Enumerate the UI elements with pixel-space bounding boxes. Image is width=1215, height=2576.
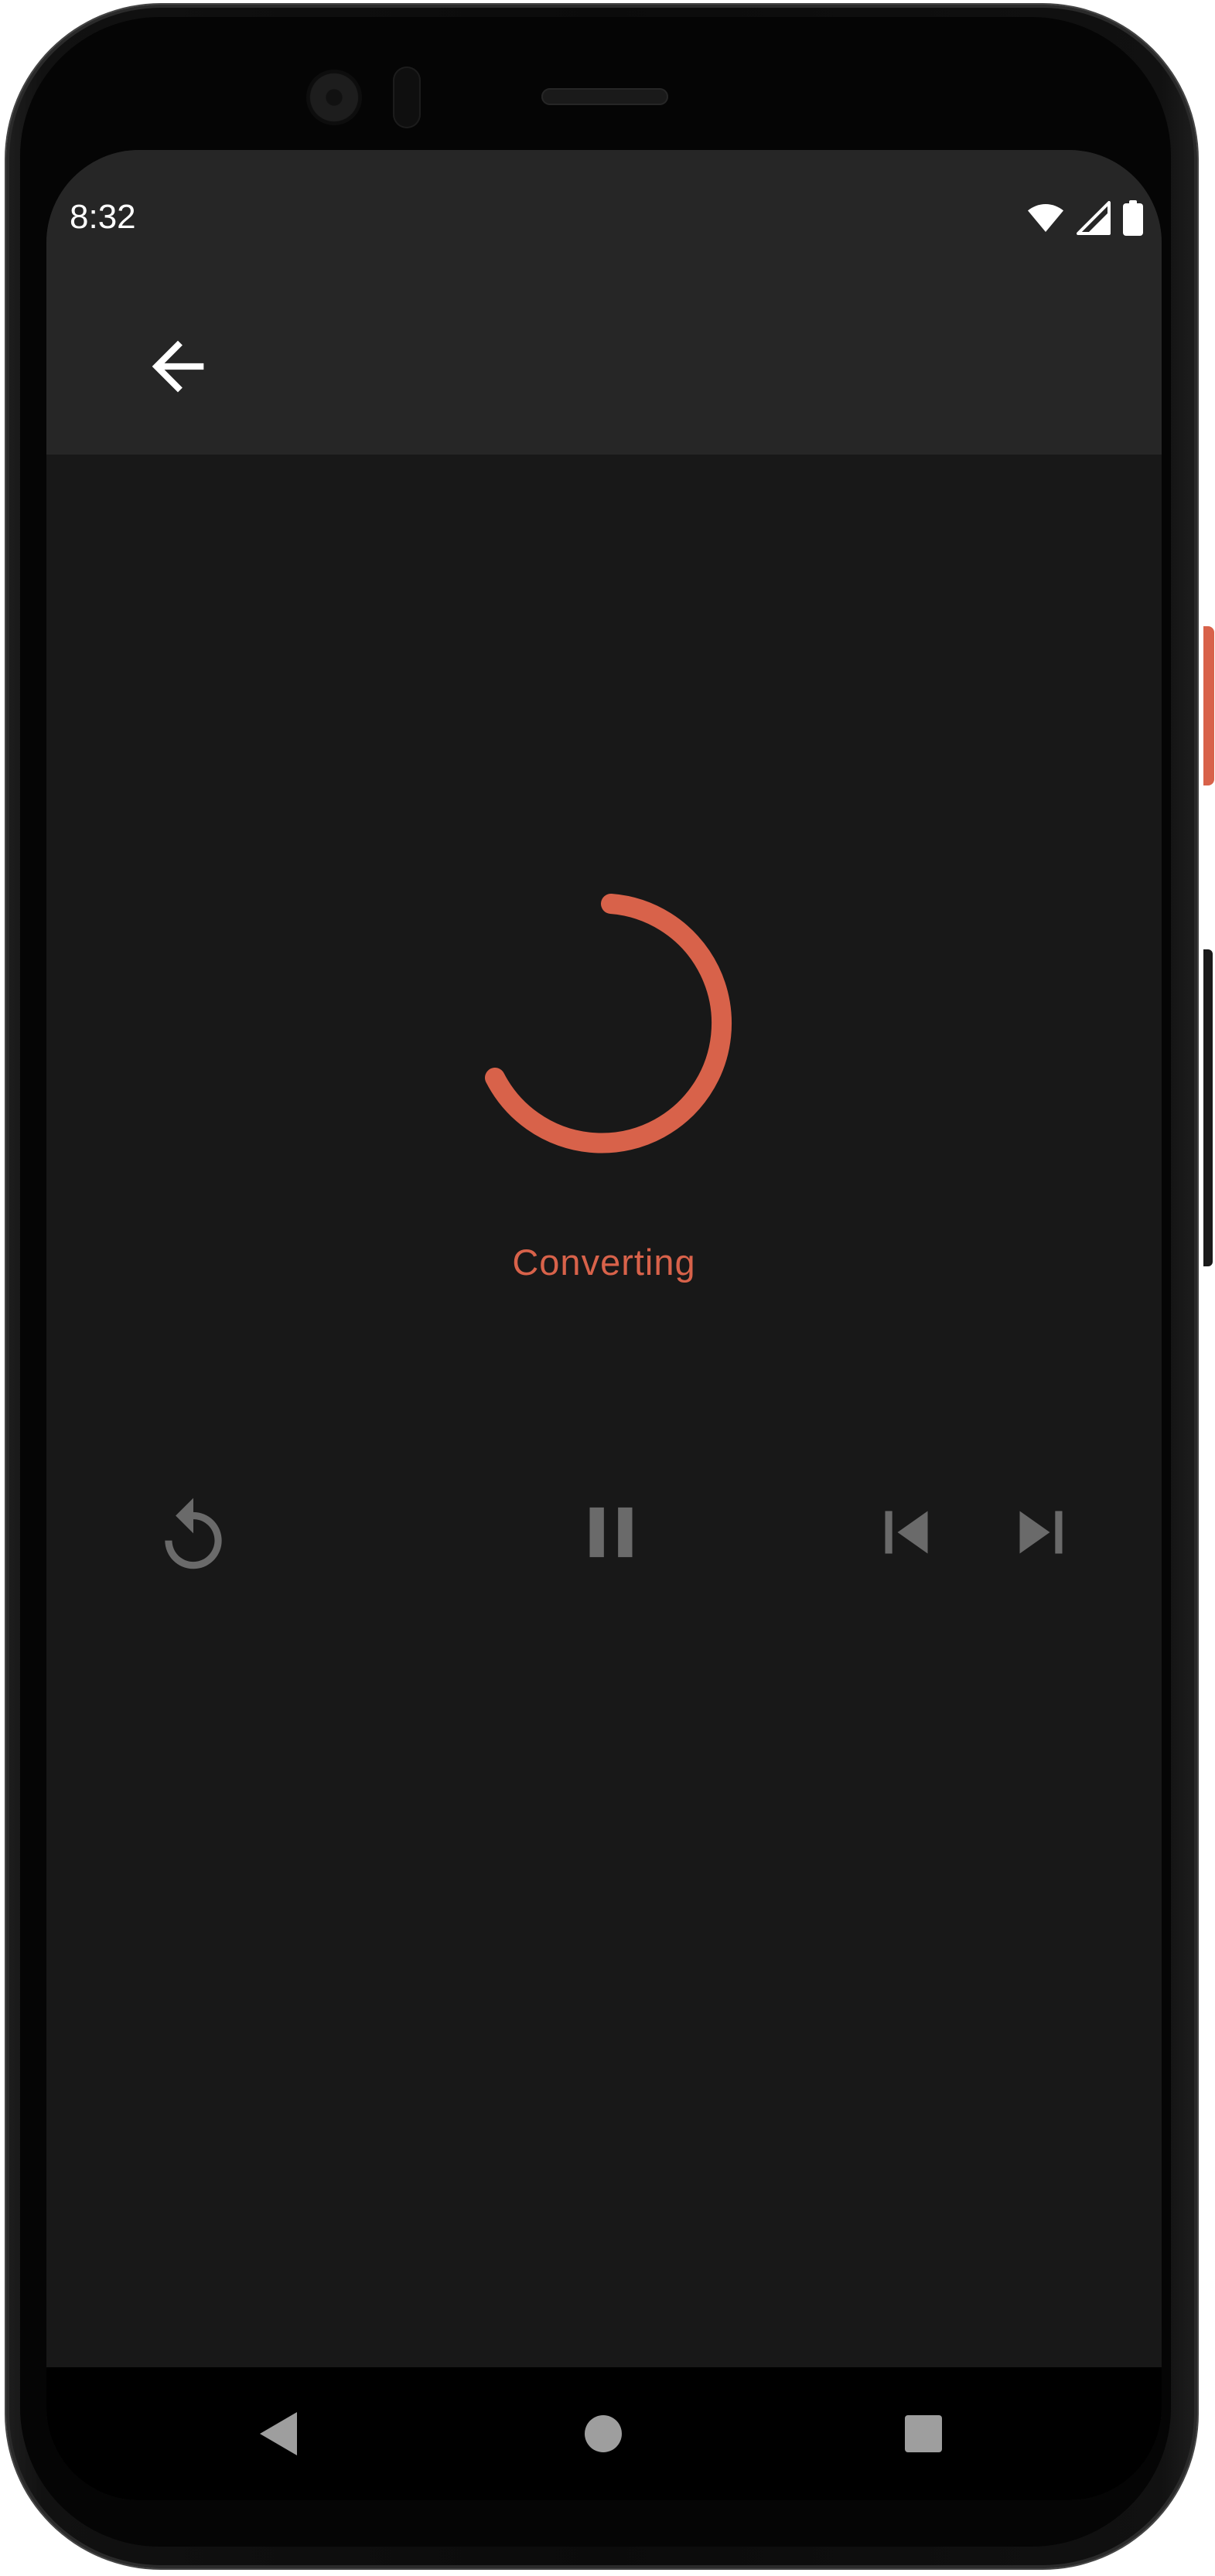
skip-previous-icon <box>885 1511 928 1554</box>
cell-signal-icon <box>1077 201 1111 235</box>
wifi-icon <box>1028 204 1063 232</box>
nav-home-button[interactable] <box>565 2395 642 2472</box>
pause-button[interactable] <box>565 1486 657 1579</box>
pause-icon <box>589 1507 633 1558</box>
skip-previous-button[interactable] <box>860 1486 953 1579</box>
nav-recents-icon <box>905 2415 942 2452</box>
status-bar: 8:32 <box>46 150 1162 283</box>
skip-next-button[interactable] <box>995 1486 1087 1579</box>
earpiece-speaker <box>541 88 668 105</box>
power-button <box>1203 626 1214 785</box>
proximity-sensor <box>393 66 421 128</box>
replay-icon <box>165 1498 222 1569</box>
battery-icon <box>1123 200 1143 236</box>
volume-rocker <box>1203 949 1213 1266</box>
conversion-screen: Converting <box>46 455 1162 2367</box>
navigation-bar <box>46 2367 1162 2500</box>
nav-home-icon <box>585 2415 622 2452</box>
back-button[interactable] <box>131 320 224 413</box>
skip-next-icon <box>1019 1511 1063 1554</box>
arrow-back-icon <box>152 340 204 393</box>
phone-device: 8:32 Converting <box>0 0 1215 2576</box>
nav-back-icon <box>260 2412 297 2455</box>
replay-button[interactable] <box>147 1491 240 1583</box>
status-time: 8:32 <box>70 198 136 236</box>
progress-spinner <box>485 894 732 1153</box>
nav-recents-button[interactable] <box>885 2395 962 2472</box>
screen: 8:32 Converting <box>46 150 1162 2500</box>
nav-back-button[interactable] <box>240 2395 317 2472</box>
conversion-status-text: Converting <box>512 1242 696 1283</box>
status-icons <box>1027 199 1143 237</box>
front-camera-icon <box>306 70 362 125</box>
app-bar <box>46 283 1162 455</box>
